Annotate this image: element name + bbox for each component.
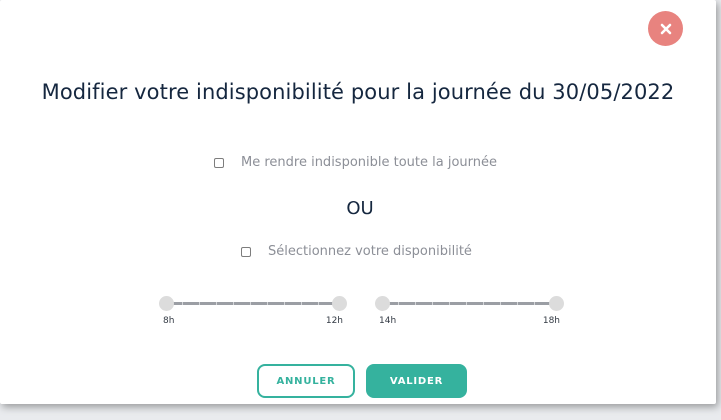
afternoon-range-slider[interactable]: 14h 18h <box>375 296 564 336</box>
afternoon-slider-max-label: 18h <box>542 316 560 326</box>
morning-slider-max-label: 12h <box>325 316 343 326</box>
close-icon <box>660 23 671 34</box>
morning-slider-ticks <box>166 302 340 305</box>
validate-button[interactable]: VALIDER <box>366 364 467 398</box>
full-day-checkbox[interactable] <box>214 157 224 168</box>
morning-slider-start-handle[interactable] <box>159 296 174 311</box>
full-day-label: Me rendre indisponible toute la journée <box>241 155 498 170</box>
select-availability-checkbox[interactable] <box>241 246 251 257</box>
cancel-button[interactable]: ANNULER <box>257 364 355 398</box>
afternoon-slider-min-label: 14h <box>379 316 397 326</box>
or-separator: OU <box>346 198 374 219</box>
modal-title: Modifier votre indisponibilité pour la j… <box>41 80 675 104</box>
morning-slider-min-label: 8h <box>163 316 175 326</box>
select-availability-label: Sélectionnez votre disponibilité <box>268 244 472 259</box>
unavailability-modal: Modifier votre indisponibilité pour la j… <box>0 0 716 404</box>
option-select-availability[interactable]: Sélectionnez votre disponibilité <box>241 244 472 259</box>
afternoon-slider-start-handle[interactable] <box>375 296 390 311</box>
morning-range-slider[interactable]: 8h 12h <box>159 296 347 336</box>
option-full-day[interactable]: Me rendre indisponible toute la journée <box>214 155 497 170</box>
close-button[interactable] <box>648 11 683 46</box>
morning-slider-end-handle[interactable] <box>332 296 347 311</box>
afternoon-slider-end-handle[interactable] <box>549 296 564 311</box>
afternoon-slider-ticks <box>382 302 557 305</box>
